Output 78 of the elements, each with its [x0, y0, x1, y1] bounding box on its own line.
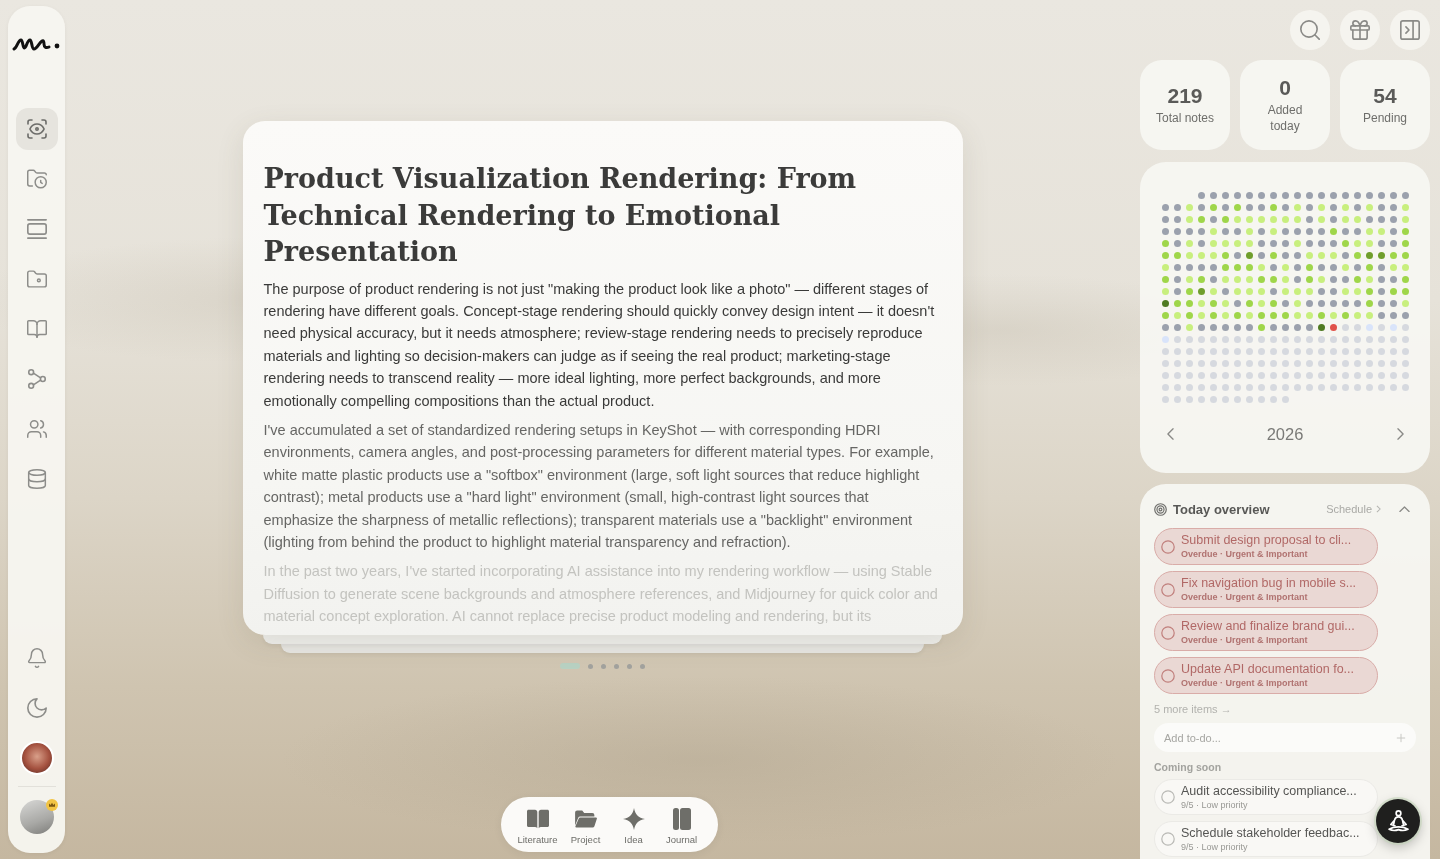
todo-meta: 9/5 · Low priority — [1181, 840, 1249, 853]
todo-checkbox[interactable] — [1161, 832, 1175, 846]
note-title: Product Visualization Rendering: From Technical Rendering to Emotional Presentation — [263, 162, 858, 269]
scan-eye-icon — [26, 119, 47, 139]
gift-button[interactable] — [1340, 10, 1380, 50]
bell-icon — [26, 648, 47, 668]
account-photo[interactable] — [19, 800, 54, 834]
todo-item[interactable]: Audit accessibility compliance... 9/5 · Low priority — [1154, 779, 1378, 815]
notebook-icon — [670, 808, 693, 830]
nav-button[interactable] — [15, 108, 58, 150]
page-dot[interactable] — [614, 663, 619, 669]
folder-icon — [574, 808, 597, 830]
chevron-right-icon — [1396, 428, 1404, 440]
todo-title: Schedule stakeholder feedbac... — [1181, 825, 1360, 841]
panels-icon — [26, 219, 47, 239]
plus-icon — [1396, 732, 1406, 743]
todo-checkbox[interactable] — [1161, 668, 1175, 683]
crown-badge-icon — [45, 799, 58, 811]
panel-toggle-button[interactable] — [1390, 10, 1430, 50]
todo-title: Fix navigation bug in mobile s... — [1181, 576, 1357, 591]
year-label: 2026 — [1266, 424, 1304, 444]
todo-checkbox[interactable] — [1161, 582, 1175, 597]
overview-title: Today overview — [1173, 501, 1270, 517]
todo-meta: 9/5 · Low priority — [1181, 798, 1249, 811]
todo-title: Audit accessibility compliance... — [1181, 783, 1357, 799]
sparkle-icon — [622, 808, 645, 830]
logo-icon — [12, 37, 61, 52]
stat-label: Total notes — [1155, 110, 1214, 126]
chevron-left-icon — [1166, 428, 1174, 440]
page-dot[interactable] — [601, 663, 606, 669]
book-icon — [526, 808, 549, 830]
todo-title: Submit design proposal to cli... — [1181, 533, 1352, 548]
chevron-right-icon — [1376, 505, 1381, 513]
book-icon — [26, 319, 47, 339]
search-button[interactable] — [1290, 10, 1330, 50]
stat-label: Pending — [1362, 110, 1407, 126]
add-todo-field[interactable]: Add to-do... — [1154, 723, 1416, 752]
stat-label: Added today — [1266, 102, 1304, 134]
users-icon — [26, 419, 47, 439]
todo-checkbox[interactable] — [1161, 790, 1175, 804]
todo-meta: Overdue · Urgent & Important — [1181, 634, 1309, 646]
stat-value: 219 — [1167, 84, 1203, 108]
avatar-photo[interactable] — [19, 741, 54, 775]
stat-value: 54 — [1373, 84, 1397, 108]
stat-value: 0 — [1279, 76, 1291, 100]
page-dot[interactable] — [640, 663, 645, 669]
todo-checkbox[interactable] — [1161, 539, 1175, 554]
folder-icon — [26, 269, 47, 289]
toolbar-button[interactable]: Project — [561, 797, 610, 852]
todo-meta: Overdue · Urgent & Important — [1181, 548, 1309, 560]
panel-icon — [1400, 20, 1420, 40]
page-dot[interactable] — [627, 663, 632, 669]
todo-item[interactable]: Review and finalize brand gui... Overdue · Urgent & Important — [1154, 614, 1378, 651]
note-paragraph: The purpose of product rendering is not just "making the product look like a photo" — different stages of rendering have different goals. Concept-stage rendering should quickly convey design intent — it doesn't need physical accuracy, but it needs atmosphere; review-stage rendering needs to precisely reproduce materials and lighting so decision-makers can judge as if seeing the real product; marketing-stage rendering needs to transcend reality — more ideal lighting, more perfect backgrounds, and more emotionally compelling compositions than the actual product. — [263, 279, 936, 411]
folder-clock-icon — [26, 169, 47, 189]
todo-item[interactable]: Schedule stakeholder feedbac... 9/5 · Low priority — [1154, 821, 1378, 857]
moon-icon — [26, 698, 47, 718]
todo-item[interactable]: Update API documentation fo... Overdue · Urgent & Important — [1154, 657, 1378, 694]
nodes-icon — [26, 369, 47, 389]
page-dot[interactable] — [588, 663, 593, 669]
target-icon — [1154, 502, 1167, 516]
toolbar-button[interactable]: Literature — [513, 797, 562, 852]
database-icon — [26, 469, 47, 489]
todo-meta: Overdue · Urgent & Important — [1181, 591, 1309, 603]
toolbar-button[interactable]: Idea — [609, 797, 658, 852]
todo-item[interactable]: Submit design proposal to cli... Overdue · Urgent & Important — [1154, 528, 1378, 565]
section-label: Coming soon — [1154, 761, 1222, 774]
todo-item[interactable]: Fix navigation bug in mobile s... Overdue · Urgent & Important — [1154, 571, 1378, 608]
note-paragraph: I've accumulated a set of standardized rendering setups in KeyShot — with corresponding HDRI environments, camera angles, and post-processing parameters for different material types. For example, white matte plastic products use a "softbox" environment (large, soft light sources that reduce highlight contrast); metal products use a "hard light" environment (small, high-contrast light sources that emphasize the sharpness of metallic reflections); transparent materials use a "backlight" environment (lighting from behind the product to highlight material transparency and refraction). — [263, 420, 935, 552]
meditation-icon — [1387, 810, 1409, 832]
todo-title: Update API documentation fo... — [1181, 662, 1355, 677]
toolbar-button[interactable]: Journal — [657, 797, 706, 852]
gift-icon — [1350, 20, 1370, 40]
todo-title: Review and finalize brand gui... — [1181, 619, 1355, 634]
search-icon — [1300, 20, 1320, 40]
todo-meta: Overdue · Urgent & Important — [1181, 677, 1309, 689]
todo-checkbox[interactable] — [1161, 625, 1175, 640]
chevron-up-icon — [1398, 505, 1410, 513]
